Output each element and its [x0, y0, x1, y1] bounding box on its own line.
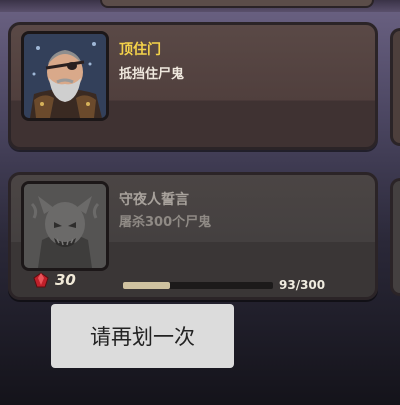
progress-bar-fill [123, 282, 170, 289]
progress-text: 93/300 [279, 278, 326, 292]
locked-demon-portrait-icon [21, 181, 109, 271]
swipe-again-toast: 请再划一次 [51, 304, 234, 368]
bearded-hero-portrait-icon [21, 31, 109, 121]
achievement-description: 屠杀300个尸鬼 [119, 215, 212, 230]
achievement-description: 抵挡住尸鬼 [119, 67, 185, 82]
achievement-title: 顶住门 [119, 42, 161, 58]
reward-amount: 30 [55, 271, 76, 289]
toast-message: 请再划一次 [90, 325, 195, 349]
next-locked-card-edge [390, 178, 400, 296]
red-gem-icon [33, 272, 49, 288]
achievement-title: 守夜人誓言 [119, 192, 189, 208]
previous-achievement-card-edge [100, 0, 374, 8]
progress-bar [123, 282, 273, 289]
achievement-card-locked[interactable]: 守夜人誓言 屠杀300个尸鬼 30 93/300 [8, 172, 378, 300]
next-achievement-card-edge [390, 28, 400, 146]
achievement-card-unlocked[interactable]: 顶住门 抵挡住尸鬼 [8, 22, 378, 150]
